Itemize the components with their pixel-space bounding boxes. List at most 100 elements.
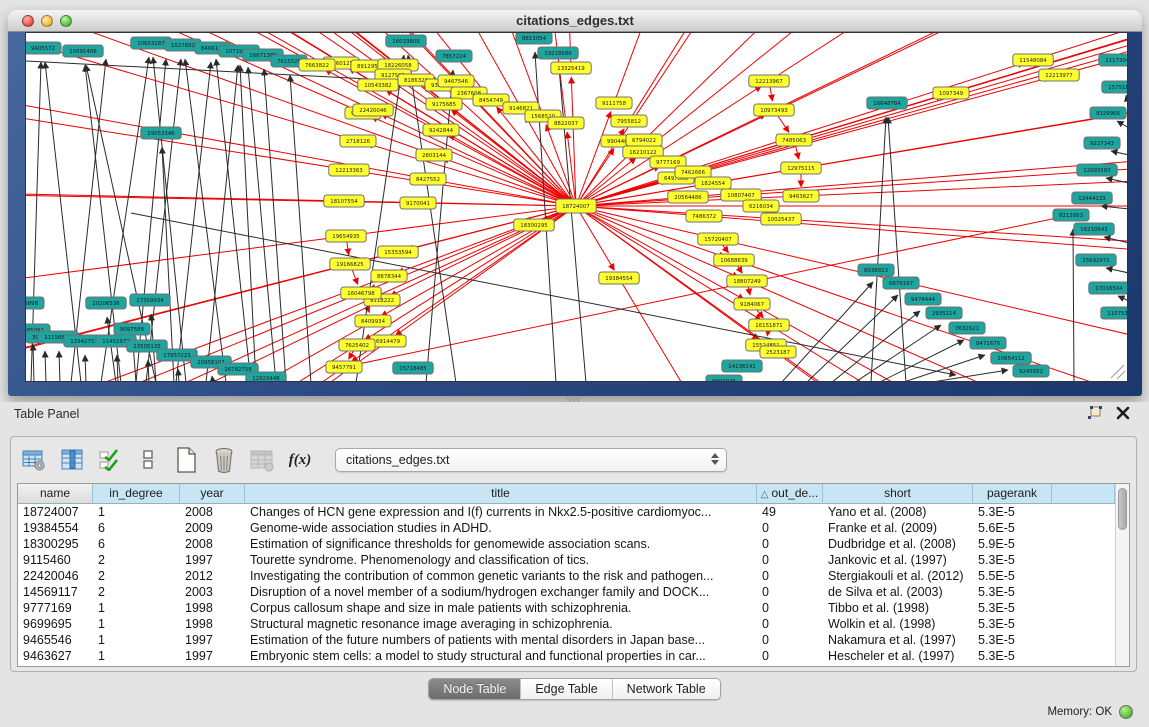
table-row[interactable]: 911546021997Tourette syndrome. Phenomeno… [18,552,1115,568]
table-cell[interactable]: 0 [757,520,823,536]
column-header-name[interactable]: name [18,484,93,504]
table-cell[interactable]: 1 [93,600,180,616]
delete-table-button-disabled[interactable] [249,447,275,473]
table-cell[interactable]: Franke et al. (2009) [823,520,973,536]
table-row[interactable]: 977716911998Corpus callosum shape and si… [18,600,1115,616]
table-cell[interactable]: 1998 [180,616,245,632]
table-cell[interactable]: 9777169 [18,600,93,616]
table-cell[interactable]: 0 [757,616,823,632]
table-cell[interactable]: 2012 [180,568,245,584]
table-cell[interactable]: 5.3E-5 [973,504,1052,520]
show-column-button[interactable] [59,447,85,473]
table-cell[interactable]: 1 [93,504,180,520]
table-cell[interactable]: 2008 [180,536,245,552]
table-cell[interactable]: 18724007 [18,504,93,520]
table-cell[interactable]: Embryonic stem cells: a model to study s… [245,648,757,664]
table-cell[interactable]: Structural magnetic resonance image aver… [245,616,757,632]
table-cell[interactable]: 0 [757,552,823,568]
table-cell[interactable]: 14569117 [18,584,93,600]
column-header-year[interactable]: year [180,484,245,504]
column-header-in_degree[interactable]: in_degree [93,484,180,504]
table-cell[interactable]: Estimation of the future numbers of pati… [245,632,757,648]
change-table-mode-button[interactable] [21,447,47,473]
table-row[interactable]: 1938455462009Genome-wide association stu… [18,520,1115,536]
column-header-short[interactable]: short [823,484,973,504]
table-cell[interactable]: Jankovic et al. (1997) [823,552,973,568]
table-cell[interactable]: 1 [93,632,180,648]
tab-node-table[interactable]: Node Table [429,679,521,699]
column-header-pagerank[interactable]: pagerank [973,484,1052,504]
table-cell[interactable]: Investigating the contribution of common… [245,568,757,584]
table-cell[interactable]: Tibbo et al. (1998) [823,600,973,616]
table-row[interactable]: 1872400712008Changes of HCN gene express… [18,504,1115,520]
table-cell[interactable]: 2009 [180,520,245,536]
table-cell[interactable]: 1997 [180,552,245,568]
delete-column-button[interactable] [211,447,237,473]
table-cell[interactable]: 0 [757,600,823,616]
table-cell[interactable]: Nakamura et al. (1997) [823,632,973,648]
close-panel-icon[interactable] [1116,406,1131,421]
table-cell[interactable]: 9115460 [18,552,93,568]
tab-edge-table[interactable]: Edge Table [521,679,612,699]
table-cell[interactable]: 1998 [180,600,245,616]
table-cell[interactable]: 1997 [180,648,245,664]
vertical-scrollbar[interactable] [1115,484,1129,666]
table-cell[interactable]: 9699695 [18,616,93,632]
table-cell[interactable]: 2 [93,568,180,584]
table-cell[interactable]: 1 [93,648,180,664]
table-cell[interactable]: 1997 [180,632,245,648]
table-cell[interactable]: 5.3E-5 [973,600,1052,616]
float-panel-icon[interactable] [1087,406,1102,421]
table-cell[interactable]: 0 [757,568,823,584]
table-cell[interactable]: 2 [93,552,180,568]
table-cell[interactable]: de Silva et al. (2003) [823,584,973,600]
table-cell[interactable]: 18300295 [18,536,93,552]
create-column-button[interactable] [173,447,199,473]
table-cell[interactable]: 0 [757,584,823,600]
table-cell[interactable]: Wolkin et al. (1998) [823,616,973,632]
table-cell[interactable]: 9465546 [18,632,93,648]
table-cell[interactable]: 22420046 [18,568,93,584]
table-cell[interactable]: 19384554 [18,520,93,536]
scrollbar-thumb[interactable] [1118,488,1127,530]
table-cell[interactable]: Changes of HCN gene expression and I(f) … [245,504,757,520]
table-cell[interactable]: Yano et al. (2008) [823,504,973,520]
table-cell[interactable]: 5.3E-5 [973,616,1052,632]
table-cell[interactable]: 5.5E-5 [973,568,1052,584]
network-svg[interactable]: 9405572206914061065328715276028466160107… [26,33,1127,381]
table-cell[interactable]: Disruption of a novel member of a sodium… [245,584,757,600]
table-cell[interactable]: Hescheler et al. (1997) [823,648,973,664]
table-select-combobox[interactable]: citations_edges.txt [335,448,727,472]
table-cell[interactable]: 5.3E-5 [973,632,1052,648]
table-row[interactable]: 2242004622012Investigating the contribut… [18,568,1115,584]
table-cell[interactable]: 6 [93,520,180,536]
table-cell[interactable]: 9463627 [18,648,93,664]
table-cell[interactable]: 5.3E-5 [973,552,1052,568]
table-cell[interactable]: 0 [757,536,823,552]
table-row[interactable]: 946362711997Embryonic stem cells: a mode… [18,648,1115,664]
table-cell[interactable]: Estimation of significance thresholds fo… [245,536,757,552]
column-header-out_de[interactable]: △out_de... [757,484,823,504]
table-cell[interactable]: 2008 [180,504,245,520]
table-row[interactable]: 1830029562008Estimation of significance … [18,536,1115,552]
select-all-columns-button[interactable] [97,447,123,473]
function-builder-button[interactable]: f(x) [287,447,313,473]
table-cell[interactable]: 49 [757,504,823,520]
window-titlebar[interactable]: citations_edges.txt [8,10,1142,32]
canvas-resize-grip[interactable] [1111,365,1125,379]
table-row[interactable]: 969969511998Structural magnetic resonanc… [18,616,1115,632]
table-cell[interactable]: 2 [93,584,180,600]
table-cell[interactable]: 2003 [180,584,245,600]
table-cell[interactable]: Stergiakouli et al. (2012) [823,568,973,584]
unselect-all-columns-button[interactable] [135,447,161,473]
table-cell[interactable]: 5.9E-5 [973,536,1052,552]
column-header-title[interactable]: title [245,484,757,504]
tab-network-table[interactable]: Network Table [613,679,720,699]
table-row[interactable]: 1456911722003Disruption of a novel membe… [18,584,1115,600]
table-cell[interactable]: 5.6E-5 [973,520,1052,536]
table-cell[interactable]: 1 [93,616,180,632]
table-cell[interactable]: Tourette syndrome. Phenomenology and cla… [245,552,757,568]
table-cell[interactable]: Genome-wide association studies in ADHD. [245,520,757,536]
table-cell[interactable]: Corpus callosum shape and size in male p… [245,600,757,616]
table-cell[interactable]: 5.3E-5 [973,648,1052,664]
